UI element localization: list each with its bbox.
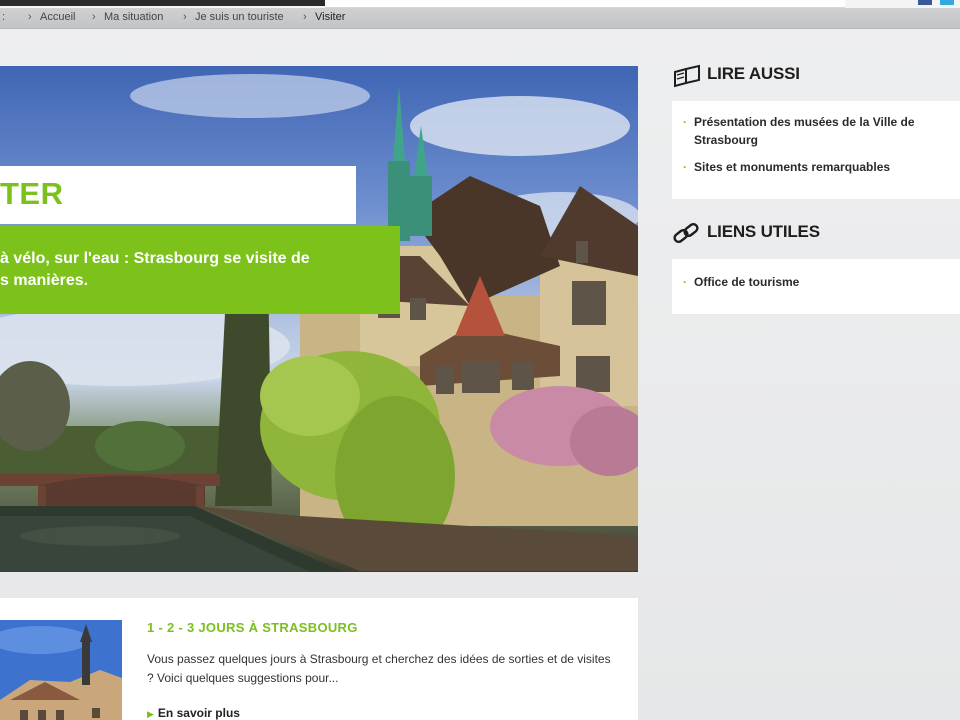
arrow-right-icon: ▶ [147, 709, 154, 719]
lire-aussi-link-monuments[interactable]: · Sites et monuments remarquables [683, 158, 960, 176]
page: : › Accueil › Ma situation › Je suis un … [0, 0, 960, 720]
article-more-link[interactable]: ▶ En savoir plus [147, 706, 240, 720]
breadcrumb-prefix: : [2, 11, 6, 23]
hero-title: TER [0, 176, 64, 211]
bullet-icon: · [683, 160, 687, 174]
lire-aussi-link-label: Sites et monuments remarquables [694, 160, 891, 174]
breadcrumb-separator-icon: › [303, 11, 307, 23]
liens-utiles-link-label: Office de tourisme [694, 275, 800, 289]
top-dark-bar [0, 0, 325, 6]
breadcrumb-separator-icon: › [92, 11, 96, 23]
hero-photo [0, 74, 638, 572]
liens-utiles-title: LIENS UTILES [707, 222, 820, 241]
bullet-icon: · [683, 115, 687, 129]
lire-aussi-box: · Présentation des musées de la Ville de… [672, 101, 960, 199]
breadcrumb-item-visiter: Visiter [315, 11, 346, 23]
article-thumbnail[interactable] [0, 620, 122, 720]
hero-title-box: TER [0, 166, 356, 224]
bullet-icon: · [683, 275, 687, 289]
breadcrumb-separator-icon: › [28, 11, 32, 23]
article-more-label: En savoir plus [157, 706, 240, 720]
facebook-icon[interactable] [918, 0, 932, 5]
liens-utiles-link-office-tourisme[interactable]: · Office de tourisme [683, 273, 960, 291]
lire-aussi-link-label: Présentation des musées de la Ville de S… [694, 115, 915, 147]
hero-banner: TER à vélo, sur l'eau : Strasbourg se vi… [0, 66, 638, 572]
top-search-area[interactable] [325, 0, 845, 8]
liens-utiles-box: · Office de tourisme [672, 259, 960, 314]
breadcrumb-item-accueil[interactable]: Accueil [40, 11, 75, 23]
lire-aussi-link-musees[interactable]: · Présentation des musées de la Ville de… [683, 113, 960, 149]
article-card: 1 - 2 - 3 JOURS À STRASBOURG Vous passez… [0, 598, 638, 720]
breadcrumb: : › Accueil › Ma situation › Je suis un … [0, 8, 960, 29]
twitter-icon[interactable] [940, 0, 954, 5]
breadcrumb-separator-icon: › [183, 11, 187, 23]
hero-subtitle-box: à vélo, sur l'eau : Strasbourg se visite… [0, 226, 400, 314]
chain-link-icon [673, 222, 699, 244]
lire-aussi-title: LIRE AUSSI [707, 64, 800, 83]
article-title[interactable]: 1 - 2 - 3 JOURS À STRASBOURG [147, 620, 358, 635]
open-book-icon [674, 64, 700, 88]
breadcrumb-item-ma-situation[interactable]: Ma situation [104, 11, 163, 23]
article-summary: Vous passez quelques jours à Strasbourg … [147, 652, 611, 685]
hero-subtitle: à vélo, sur l'eau : Strasbourg se visite… [0, 250, 310, 289]
breadcrumb-item-touriste[interactable]: Je suis un touriste [195, 11, 284, 23]
top-strip [0, 0, 960, 8]
